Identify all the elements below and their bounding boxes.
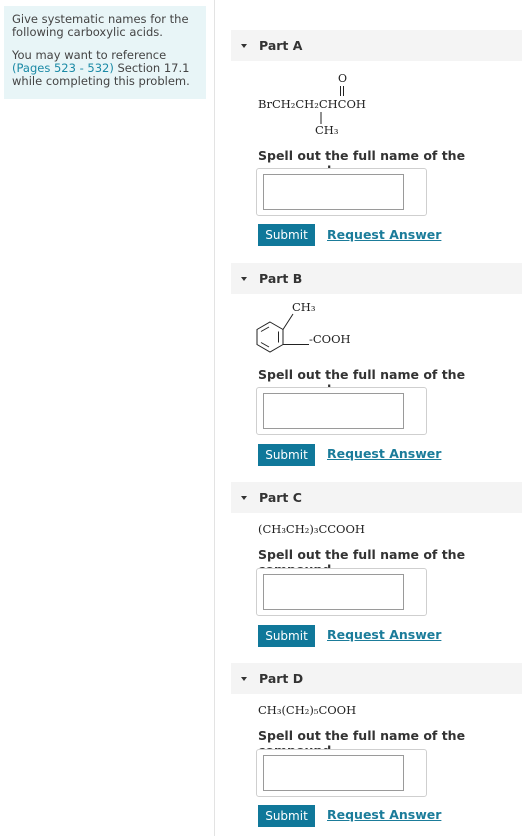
collapse-caret-icon bbox=[241, 495, 247, 500]
intro-reference: You may want to reference (Pages 523 - 53… bbox=[12, 49, 198, 88]
methyl-substituent: CH₃ bbox=[292, 300, 316, 314]
part-d-submit-button[interactable]: Submit bbox=[258, 805, 315, 827]
part-a-structure: O BrCH₂CH₂CHCOH CH₃ bbox=[231, 72, 521, 142]
part-b-request-answer-link[interactable]: Request Answer bbox=[327, 446, 441, 461]
part-b-submit-button[interactable]: Submit bbox=[258, 444, 315, 466]
part-a-request-answer-link[interactable]: Request Answer bbox=[327, 227, 441, 242]
part-d-header[interactable]: Part D bbox=[231, 663, 522, 694]
collapse-caret-icon bbox=[241, 276, 247, 281]
part-c-answer-box bbox=[256, 568, 427, 616]
part-d: Part D CH₃(CH₂)₅COOH Spell out the full … bbox=[231, 663, 522, 833]
part-d-formula: CH₃(CH₂)₅COOH bbox=[258, 703, 357, 717]
part-b-header[interactable]: Part B bbox=[231, 263, 522, 294]
part-b: Part B CH₃ -COOH Spell out the full name… bbox=[231, 263, 522, 478]
collapse-caret-icon bbox=[241, 43, 247, 48]
part-b-label: Part B bbox=[259, 271, 303, 286]
part-c-label: Part C bbox=[259, 490, 302, 505]
left-panel: Give systematic names for the following … bbox=[0, 0, 215, 836]
pages-reference-link[interactable]: (Pages 523 - 532) bbox=[12, 61, 114, 75]
intro-reference-prefix: You may want to reference bbox=[12, 48, 167, 62]
part-a-answer-box bbox=[256, 168, 427, 216]
carboxyl-substituent: -COOH bbox=[309, 332, 351, 346]
part-c-answer-input[interactable] bbox=[263, 574, 404, 610]
benzene-ring bbox=[256, 313, 309, 353]
part-b-answer-box bbox=[256, 387, 427, 435]
part-a-label: Part A bbox=[259, 38, 303, 53]
part-c-request-answer-link[interactable]: Request Answer bbox=[327, 627, 441, 642]
part-d-request-answer-link[interactable]: Request Answer bbox=[327, 807, 441, 822]
part-a-answer-input[interactable] bbox=[263, 174, 404, 210]
part-d-label: Part D bbox=[259, 671, 304, 686]
intro-instruction: Give systematic names for the following … bbox=[12, 12, 189, 39]
part-d-answer-input[interactable] bbox=[263, 755, 404, 791]
part-c: Part C (CH₃CH₂)₃CCOOH Spell out the full… bbox=[231, 482, 522, 652]
part-b-structure: CH₃ -COOH bbox=[231, 299, 521, 359]
part-a: Part A O BrCH₂CH₂CHCOH CH₃ Spell out the… bbox=[231, 30, 522, 250]
part-c-submit-button[interactable]: Submit bbox=[258, 625, 315, 647]
part-a-header[interactable]: Part A bbox=[231, 30, 522, 61]
part-c-formula: (CH₃CH₂)₃CCOOH bbox=[258, 522, 365, 536]
main-chain-formula: BrCH₂CH₂CHCOH bbox=[258, 97, 366, 111]
intro-box: Give systematic names for the following … bbox=[4, 6, 206, 99]
part-a-submit-button[interactable]: Submit bbox=[258, 224, 315, 246]
part-d-answer-box bbox=[256, 749, 427, 797]
part-c-header[interactable]: Part C bbox=[231, 482, 522, 513]
collapse-caret-icon bbox=[241, 676, 247, 681]
methyl-branch: CH₃ bbox=[315, 123, 339, 137]
part-b-answer-input[interactable] bbox=[263, 393, 404, 429]
